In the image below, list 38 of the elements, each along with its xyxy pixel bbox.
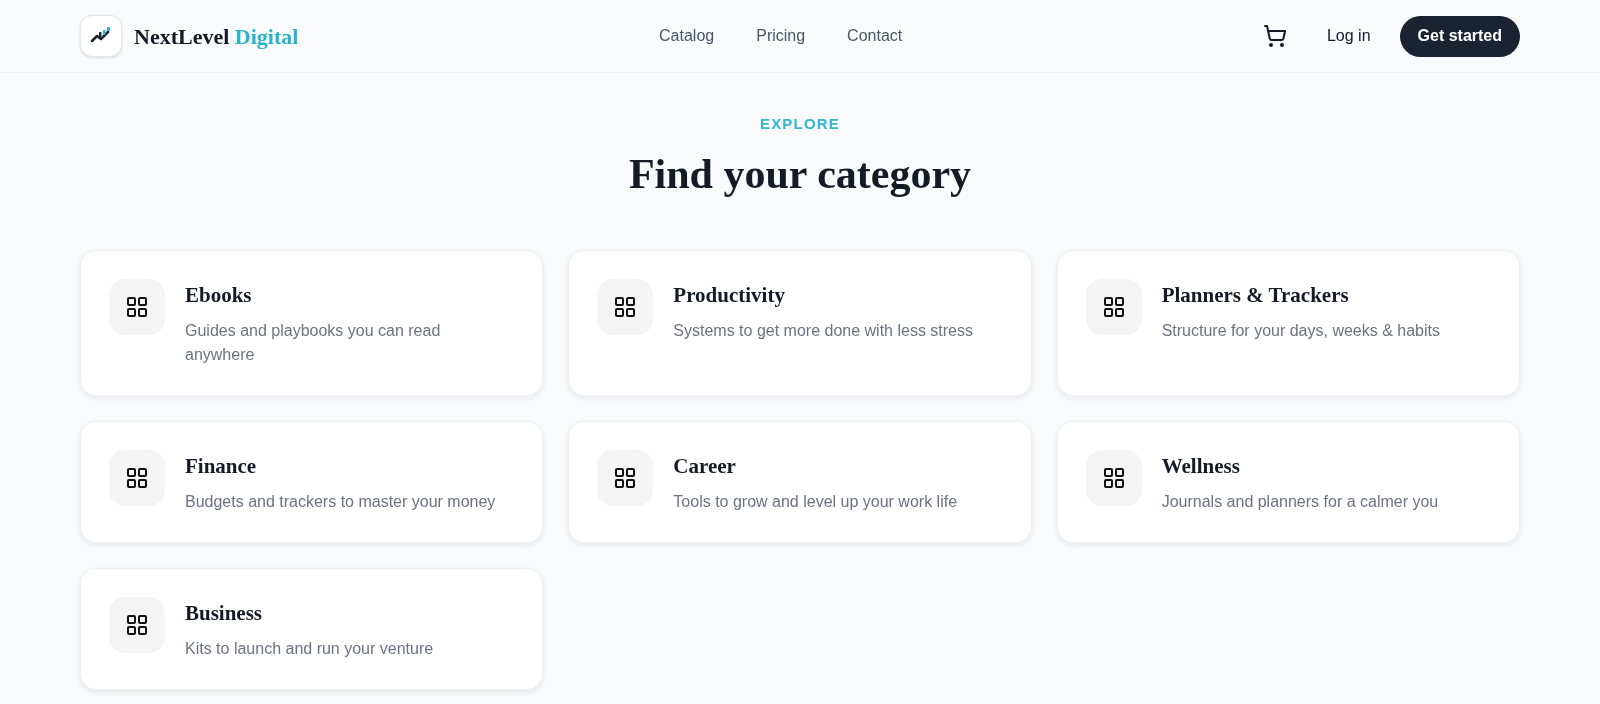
- category-card[interactable]: Wellness Journals and planners for a calmer you: [1056, 420, 1520, 543]
- section-heading: Find your category: [628, 149, 972, 199]
- category-description: Kits to launch and run your venture: [185, 638, 434, 659]
- grid-icon: [597, 278, 654, 335]
- section-eyebrow: EXPLORE: [759, 114, 841, 134]
- category-card[interactable]: Productivity Systems to get more done with less stress: [568, 249, 1032, 396]
- category-title: Business: [185, 599, 264, 627]
- brand-name[interactable]: NextLevel Digital: [134, 19, 299, 53]
- category-description: Structure for your days, weeks & habits: [1161, 320, 1440, 341]
- category-description: Journals and planners for a calmer you: [1161, 491, 1439, 512]
- category-card[interactable]: Ebooks Guides and playbooks you can read anywhere: [80, 249, 544, 396]
- logo-icon: [80, 15, 122, 57]
- category-title: Finance: [185, 452, 258, 480]
- category-description: Tools to grow and level up your work life: [673, 491, 958, 512]
- get-started-button[interactable]: Get started: [1399, 15, 1520, 57]
- category-title: Career: [673, 452, 737, 480]
- category-description: Systems to get more done with less stress: [673, 320, 973, 341]
- nav-link[interactable]: Contact: [847, 24, 903, 48]
- category-title: Productivity: [673, 281, 786, 309]
- category-title: Wellness: [1161, 452, 1241, 480]
- grid-icon: [597, 449, 654, 506]
- nav-link[interactable]: Catalog: [659, 24, 715, 48]
- grid-icon: [109, 278, 165, 335]
- cart-icon[interactable]: [1262, 24, 1287, 48]
- grid-icon: [1085, 278, 1142, 335]
- category-card[interactable]: Career Tools to grow and level up your work life: [568, 420, 1032, 543]
- grid-icon: [109, 449, 165, 506]
- grid-icon: [1085, 449, 1142, 506]
- category-card[interactable]: Finance Budgets and trackers to master your money: [80, 420, 544, 543]
- login-link[interactable]: Log in: [1326, 24, 1371, 48]
- nav-link[interactable]: Pricing: [756, 24, 806, 48]
- category-card[interactable]: Business Kits to launch and run your venture: [80, 567, 544, 690]
- category-card[interactable]: Planners & Trackers Structure for your days, weeks & habits: [1056, 249, 1520, 396]
- grid-icon: [109, 596, 165, 653]
- category-title: Planners & Trackers: [1161, 281, 1350, 309]
- category-title: Ebooks: [185, 281, 253, 309]
- category-description: Guides and playbooks you can read anywhere: [185, 320, 442, 365]
- category-description: Budgets and trackers to master your money: [185, 491, 496, 512]
